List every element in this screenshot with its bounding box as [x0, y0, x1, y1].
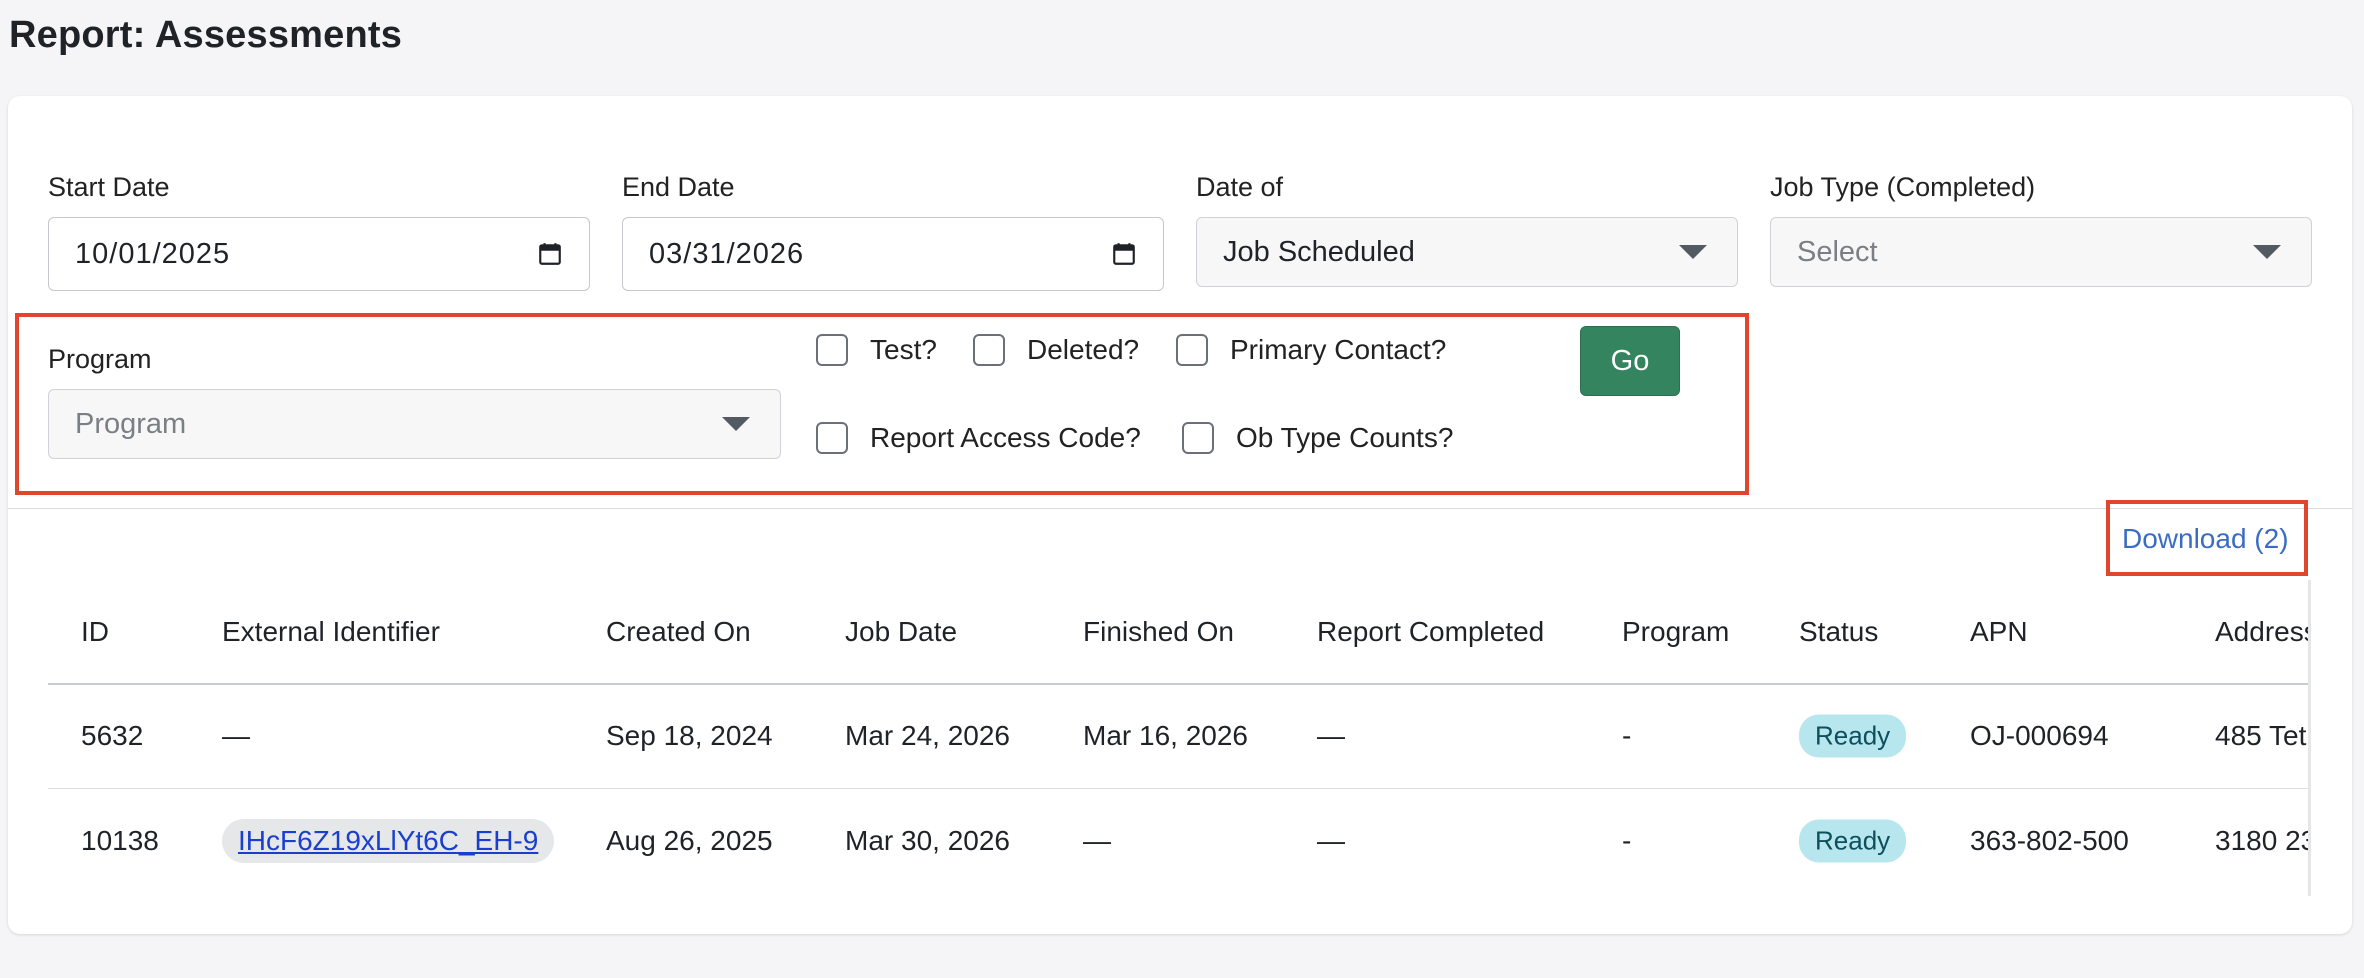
column-header-external-identifier[interactable]: External Identifier	[222, 616, 440, 648]
table-row[interactable]: 10138 IHcF6Z19xLlYt6C_EH-9 Aug 26, 2025 …	[48, 789, 2310, 893]
job-type-placeholder: Select	[1797, 235, 1878, 268]
cell-program: -	[1622, 720, 1632, 751]
column-header-id[interactable]: ID	[81, 616, 109, 648]
external-identifier-link[interactable]: IHcF6Z19xLlYt6C_EH-9	[222, 819, 555, 863]
program-select[interactable]: Program	[48, 389, 781, 459]
column-header-apn[interactable]: APN	[1970, 616, 2028, 648]
column-header-created-on[interactable]: Created On	[606, 616, 751, 648]
results-table: ID External Identifier Created On Job Da…	[48, 580, 2310, 896]
cell-report-completed: —	[1317, 825, 1345, 856]
cell-address: 3180 23	[2215, 825, 2310, 856]
calendar-icon[interactable]	[1111, 241, 1137, 267]
start-date-input[interactable]: 10/01/2025	[48, 217, 590, 291]
cell-job-date: Mar 24, 2026	[845, 720, 1010, 751]
cell-created-on: Sep 18, 2024	[606, 720, 773, 751]
column-header-finished-on[interactable]: Finished On	[1083, 616, 1234, 648]
report-access-code-checkbox-label: Report Access Code?	[870, 422, 1141, 453]
column-header-address[interactable]: Address	[2215, 616, 2310, 648]
checkbox-box[interactable]	[816, 422, 848, 454]
section-divider	[8, 508, 2352, 509]
date-of-label: Date of	[1196, 172, 1284, 202]
deleted-checkbox[interactable]: Deleted?	[973, 334, 1139, 366]
cell-program: -	[1622, 825, 1632, 856]
job-type-label: Job Type (Completed)	[1770, 172, 2036, 202]
start-date-label: Start Date	[48, 172, 170, 202]
program-label: Program	[48, 344, 152, 374]
column-header-job-date[interactable]: Job Date	[845, 616, 957, 648]
date-of-select[interactable]: Job Scheduled	[1196, 217, 1738, 287]
checkbox-box[interactable]	[816, 334, 848, 366]
column-header-report-completed[interactable]: Report Completed	[1317, 616, 1544, 648]
cell-report-completed: —	[1317, 720, 1345, 751]
checkbox-box[interactable]	[1176, 334, 1208, 366]
ob-type-counts-checkbox-label: Ob Type Counts?	[1236, 422, 1454, 453]
checkbox-box[interactable]	[973, 334, 1005, 366]
job-type-select[interactable]: Select	[1770, 217, 2312, 287]
end-date-value: 03/31/2026	[649, 237, 805, 270]
end-date-input[interactable]: 03/31/2026	[622, 217, 1164, 291]
date-of-value: Job Scheduled	[1223, 235, 1415, 268]
primary-contact-checkbox-label: Primary Contact?	[1230, 334, 1447, 365]
horizontal-scroll-edge	[2308, 580, 2311, 896]
checkbox-box[interactable]	[1182, 422, 1214, 454]
cell-apn: OJ-000694	[1970, 720, 2109, 751]
report-access-code-checkbox[interactable]: Report Access Code?	[816, 422, 1141, 454]
page-title: Report: Assessments	[9, 14, 403, 56]
go-button[interactable]: Go	[1580, 326, 1680, 396]
table-header: ID External Identifier Created On Job Da…	[48, 580, 2310, 685]
cell-finished-on: Mar 16, 2026	[1083, 720, 1248, 751]
cell-job-date: Mar 30, 2026	[845, 825, 1010, 856]
download-link[interactable]: Download (2)	[2122, 523, 2289, 555]
chevron-down-icon	[722, 417, 750, 431]
cell-id: 5632	[81, 720, 144, 751]
primary-contact-checkbox[interactable]: Primary Contact?	[1176, 334, 1446, 366]
cell-apn: 363-802-500	[1970, 825, 2129, 856]
end-date-label: End Date	[622, 172, 735, 202]
table-row[interactable]: 5632 — Sep 18, 2024 Mar 24, 2026 Mar 16,…	[48, 684, 2310, 789]
chevron-down-icon	[2253, 245, 2281, 259]
cell-address: 485 Tet	[2215, 720, 2307, 751]
program-placeholder: Program	[75, 407, 187, 440]
status-badge: Ready	[1799, 714, 1907, 758]
cell-finished-on: —	[1083, 825, 1111, 856]
cell-created-on: Aug 26, 2025	[606, 825, 773, 856]
cell-id: 10138	[81, 825, 159, 856]
test-checkbox-label: Test?	[870, 334, 937, 365]
status-badge: Ready	[1799, 819, 1907, 863]
start-date-value: 10/01/2025	[75, 237, 231, 270]
column-header-status[interactable]: Status	[1799, 616, 1878, 648]
deleted-checkbox-label: Deleted?	[1027, 334, 1140, 365]
calendar-icon[interactable]	[537, 241, 563, 267]
ob-type-counts-checkbox[interactable]: Ob Type Counts?	[1182, 422, 1453, 454]
cell-external-identifier: —	[222, 720, 250, 751]
test-checkbox[interactable]: Test?	[816, 334, 937, 366]
column-header-program[interactable]: Program	[1622, 616, 1729, 648]
chevron-down-icon	[1679, 245, 1707, 259]
